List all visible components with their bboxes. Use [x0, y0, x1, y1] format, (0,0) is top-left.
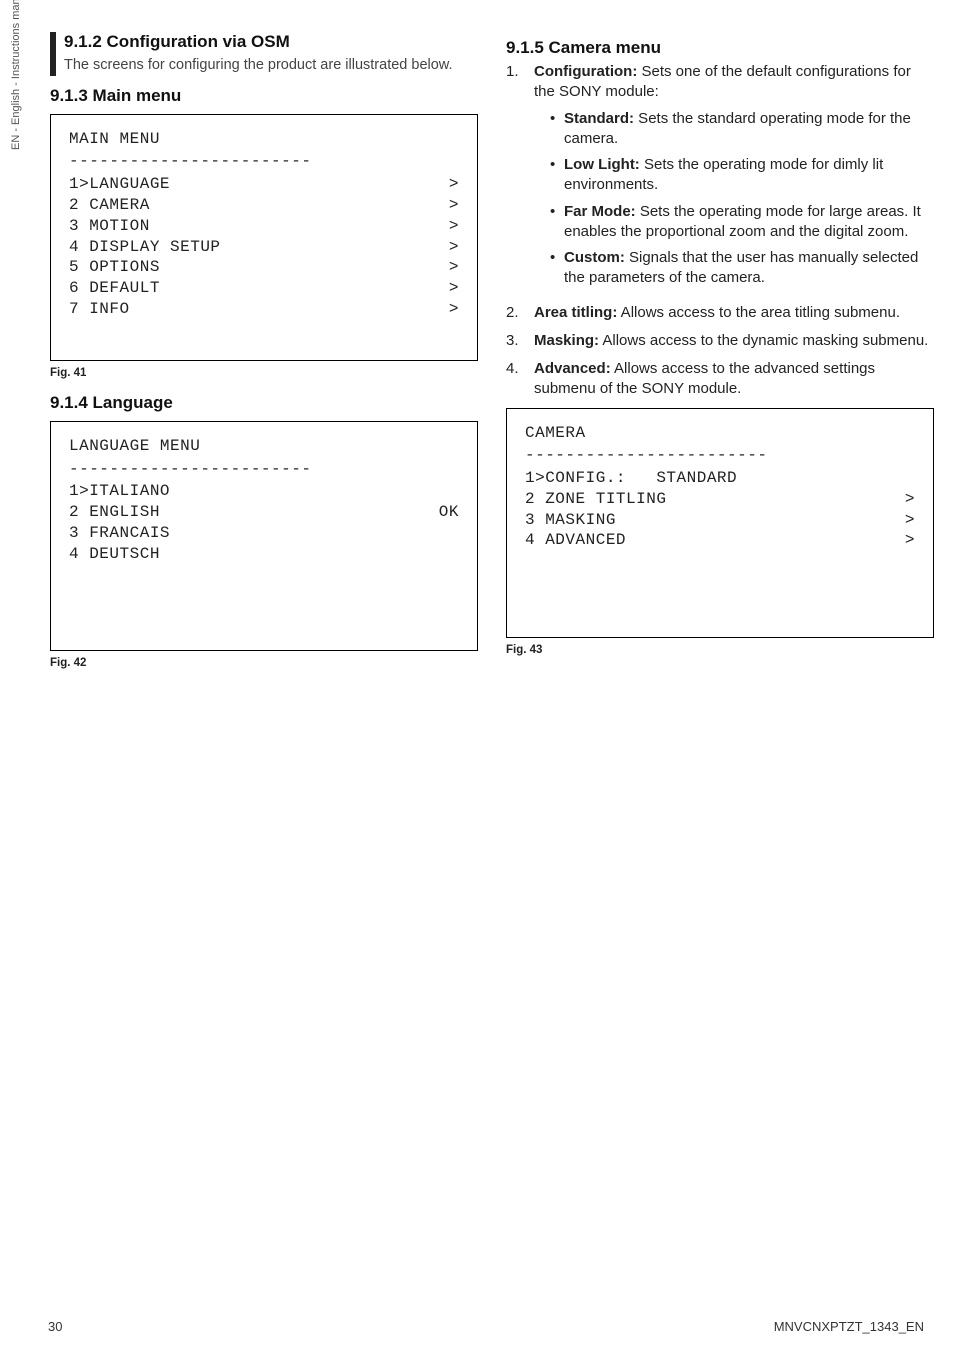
item-lead-bold: Configuration: — [534, 63, 637, 80]
intro-912: The screens for configuring the product … — [64, 56, 478, 76]
doc-id: MNVCNXPTZT_1343_EN — [774, 1319, 924, 1334]
osd-language-menu: LANGUAGE MENU ------------------------ 1… — [50, 421, 478, 651]
osd-row: 1>LANGUAGE > — [69, 174, 459, 195]
osd-rule: ------------------------ — [69, 151, 459, 172]
list-item: 1. Configuration: Sets one of the defaul… — [506, 62, 934, 295]
osd-row-right: > — [905, 510, 915, 531]
osd-main-menu: MAIN MENU ------------------------ 1>LAN… — [50, 114, 478, 361]
bullet-item: Far Mode: Sets the operating mode for la… — [550, 202, 934, 243]
item-text: Configuration: Sets one of the default c… — [534, 62, 934, 295]
osd-row-left: 4 ADVANCED — [525, 530, 626, 551]
osd-row: 7 INFO > — [69, 299, 459, 320]
bullet-bold: Far Mode: — [564, 203, 636, 220]
fig-caption-41: Fig. 41 — [50, 367, 478, 379]
bullet-bold: Low Light: — [564, 156, 640, 173]
right-column: 9.1.5 Camera menu 1. Configuration: Sets… — [506, 32, 934, 683]
osd-row: 2 ZONE TITLING > — [525, 489, 915, 510]
osd-row-right: > — [449, 278, 459, 299]
osd-row-right: > — [449, 195, 459, 216]
osd-row-right: > — [905, 489, 915, 510]
osd-row-left: 1>CONFIG.: STANDARD — [525, 468, 737, 489]
left-column: 9.1.2 Configuration via OSM The screens … — [30, 32, 478, 683]
osd-row-left: 1>ITALIANO — [69, 481, 170, 502]
item-lead-bold: Area titling: — [534, 304, 617, 321]
osd-row-left: 1>LANGUAGE — [69, 174, 170, 195]
osd-row: 4 DEUTSCH — [69, 544, 459, 565]
camera-menu-list: 1. Configuration: Sets one of the defaul… — [506, 62, 934, 400]
osd-row-left: 3 MASKING — [525, 510, 616, 531]
osd-row-right: > — [449, 216, 459, 237]
osd-row-left: 7 INFO — [69, 299, 130, 320]
osd-row-right: > — [905, 530, 915, 551]
osd-row: 6 DEFAULT > — [69, 278, 459, 299]
section-912: 9.1.2 Configuration via OSM The screens … — [50, 32, 478, 76]
osd-rule: ------------------------ — [525, 445, 915, 466]
osd-title: LANGUAGE MENU — [69, 436, 459, 457]
osd-camera-menu: CAMERA ------------------------ 1>CONFIG… — [506, 408, 934, 638]
bullet-item: Low Light: Sets the operating mode for d… — [550, 155, 934, 196]
page-number: 30 — [48, 1319, 62, 1334]
page-footer: 30 MNVCNXPTZT_1343_EN — [48, 1319, 924, 1334]
item-lead-bold: Masking: — [534, 332, 599, 349]
list-item: 2. Area titling: Allows access to the ar… — [506, 303, 934, 323]
osd-row: 3 FRANCAIS — [69, 523, 459, 544]
osd-row-left: 3 FRANCAIS — [69, 523, 170, 544]
item-text: Advanced: Allows access to the advanced … — [534, 359, 934, 400]
osd-row-left: 4 DISPLAY SETUP — [69, 237, 221, 258]
osd-row-left: 4 DEUTSCH — [69, 544, 160, 565]
item-number: 3. — [506, 331, 534, 351]
osd-row: 1>ITALIANO — [69, 481, 459, 502]
page-content: 9.1.2 Configuration via OSM The screens … — [0, 0, 954, 733]
item-text: Area titling: Allows access to the area … — [534, 303, 934, 323]
osd-row: 3 MOTION > — [69, 216, 459, 237]
heading-914: 9.1.4 Language — [50, 393, 478, 413]
list-item: 3. Masking: Allows access to the dynamic… — [506, 331, 934, 351]
item-number: 2. — [506, 303, 534, 323]
bullet-item: Standard: Sets the standard operating mo… — [550, 109, 934, 150]
osd-row-left: 2 ENGLISH — [69, 502, 160, 523]
osd-title: MAIN MENU — [69, 129, 459, 150]
heading-915: 9.1.5 Camera menu — [506, 38, 934, 58]
osd-row-right: > — [449, 299, 459, 320]
osd-row: 2 ENGLISH OK — [69, 502, 459, 523]
osd-row: 1>CONFIG.: STANDARD — [525, 468, 915, 489]
item-text: Masking: Allows access to the dynamic ma… — [534, 331, 934, 351]
item-lead-bold: Advanced: — [534, 360, 611, 377]
bullet-item: Custom: Signals that the user has manual… — [550, 248, 934, 289]
fig-caption-43: Fig. 43 — [506, 644, 934, 656]
side-tab-label: EN - English - Instructions manual — [10, 0, 22, 150]
heading-912: 9.1.2 Configuration via OSM — [64, 32, 478, 52]
item-number: 4. — [506, 359, 534, 400]
osd-row-right: > — [449, 237, 459, 258]
osd-row-left: 5 OPTIONS — [69, 257, 160, 278]
osd-row-left: 2 CAMERA — [69, 195, 150, 216]
heading-913: 9.1.3 Main menu — [50, 86, 478, 106]
osd-title: CAMERA — [525, 423, 915, 444]
fig-caption-42: Fig. 42 — [50, 657, 478, 669]
osd-row: 4 DISPLAY SETUP > — [69, 237, 459, 258]
sub-bullets: Standard: Sets the standard operating mo… — [534, 109, 934, 289]
list-item: 4. Advanced: Allows access to the advanc… — [506, 359, 934, 400]
osd-row: 3 MASKING > — [525, 510, 915, 531]
osd-rule: ------------------------ — [69, 459, 459, 480]
osd-row: 2 CAMERA > — [69, 195, 459, 216]
item-lead-text: Allows access to the area titling submen… — [617, 304, 900, 321]
osd-row-right: > — [449, 174, 459, 195]
item-number: 1. — [506, 62, 534, 295]
bullet-bold: Standard: — [564, 110, 634, 127]
osd-row-left: 6 DEFAULT — [69, 278, 160, 299]
osd-row-left: 2 ZONE TITLING — [525, 489, 666, 510]
bullet-bold: Custom: — [564, 249, 625, 266]
osd-row: 5 OPTIONS > — [69, 257, 459, 278]
osd-row-right: > — [449, 257, 459, 278]
osd-row-left: 3 MOTION — [69, 216, 150, 237]
osd-row: 4 ADVANCED > — [525, 530, 915, 551]
item-lead-text: Allows access to the dynamic masking sub… — [599, 332, 928, 349]
osd-row-right: OK — [439, 502, 459, 523]
